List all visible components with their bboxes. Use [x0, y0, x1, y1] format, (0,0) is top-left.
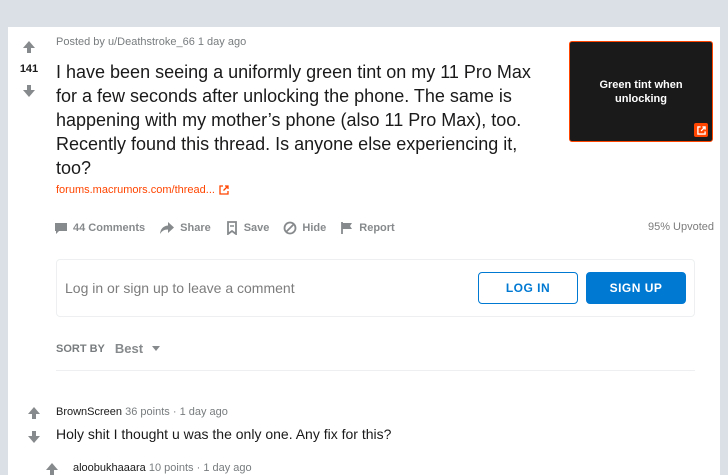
- post-action-bar: 44 Comments Share Save Hide Report 95% U…: [54, 218, 714, 238]
- comment-meta: aloobukhaaara 10 points · 1 day ago: [73, 462, 252, 474]
- external-link-icon: [219, 185, 229, 195]
- post-thumbnail[interactable]: Green tint when unlocking: [569, 41, 713, 142]
- comment-vote-column: [40, 457, 64, 475]
- save-button[interactable]: Save: [225, 221, 270, 235]
- sort-control: SORT BY Best: [56, 341, 161, 356]
- comment-prompt-text: Log in or sign up to leave a comment: [65, 280, 295, 296]
- comments-label: 44 Comments: [73, 222, 146, 234]
- comment-body: Holy shit I thought u was the only one. …: [56, 426, 392, 442]
- hide-label: Hide: [302, 222, 327, 234]
- thumbnail-text: Green tint when unlocking: [599, 78, 683, 105]
- comment-points: 10 points: [148, 462, 194, 474]
- hide-icon: [284, 221, 297, 235]
- share-label: Share: [180, 222, 211, 234]
- comment-time: 1 day ago: [179, 406, 228, 418]
- report-icon: [341, 222, 353, 234]
- upvote-icon[interactable]: [17, 35, 41, 59]
- upvote-icon[interactable]: [22, 401, 46, 425]
- sign-up-button[interactable]: SIGN UP: [586, 272, 686, 304]
- comment-meta: BrownScreen 36 points · 1 day ago: [56, 406, 228, 418]
- comment-points: 36 points: [125, 406, 170, 418]
- comment-vote-column: [22, 401, 46, 449]
- external-link-icon: [694, 123, 708, 137]
- downvote-icon[interactable]: [22, 425, 46, 449]
- log-in-button[interactable]: LOG IN: [478, 272, 578, 304]
- comment-icon: [55, 223, 67, 234]
- comment-author[interactable]: aloobukhaaara: [73, 462, 146, 474]
- downvote-icon[interactable]: [17, 79, 41, 103]
- sort-value: Best: [114, 341, 144, 356]
- post-card: 141 Posted by u/Deathstroke_66 1 day ago…: [8, 27, 720, 475]
- save-label: Save: [243, 222, 270, 234]
- save-icon: [226, 221, 237, 235]
- comment-time: 1 day ago: [203, 462, 252, 474]
- divider: [56, 370, 695, 371]
- post-link-text: forums.macrumors.com/thread...: [56, 184, 215, 196]
- post-link[interactable]: forums.macrumors.com/thread...: [56, 184, 229, 196]
- post-title[interactable]: I have been seeing a uniformly green tin…: [56, 60, 556, 180]
- chevron-down-icon: [152, 345, 161, 351]
- report-label: Report: [359, 222, 395, 234]
- share-icon: [160, 222, 175, 234]
- post-vote-column: 141: [8, 35, 50, 103]
- hide-button[interactable]: Hide: [283, 221, 326, 235]
- upvote-ratio: 95% Upvoted: [647, 221, 714, 233]
- report-button[interactable]: Report: [340, 221, 395, 235]
- share-button[interactable]: Share: [159, 221, 211, 235]
- post-meta: Posted by u/Deathstroke_66 1 day ago: [56, 36, 247, 48]
- comments-button[interactable]: 44 Comments: [54, 221, 145, 235]
- sort-dropdown[interactable]: Best: [115, 341, 161, 356]
- comment-prompt-box: Log in or sign up to leave a comment LOG…: [56, 259, 695, 317]
- sort-label: SORT BY: [56, 342, 105, 355]
- comment-author[interactable]: BrownScreen: [56, 406, 122, 418]
- vote-count: 141: [19, 63, 39, 75]
- upvote-icon[interactable]: [40, 457, 64, 475]
